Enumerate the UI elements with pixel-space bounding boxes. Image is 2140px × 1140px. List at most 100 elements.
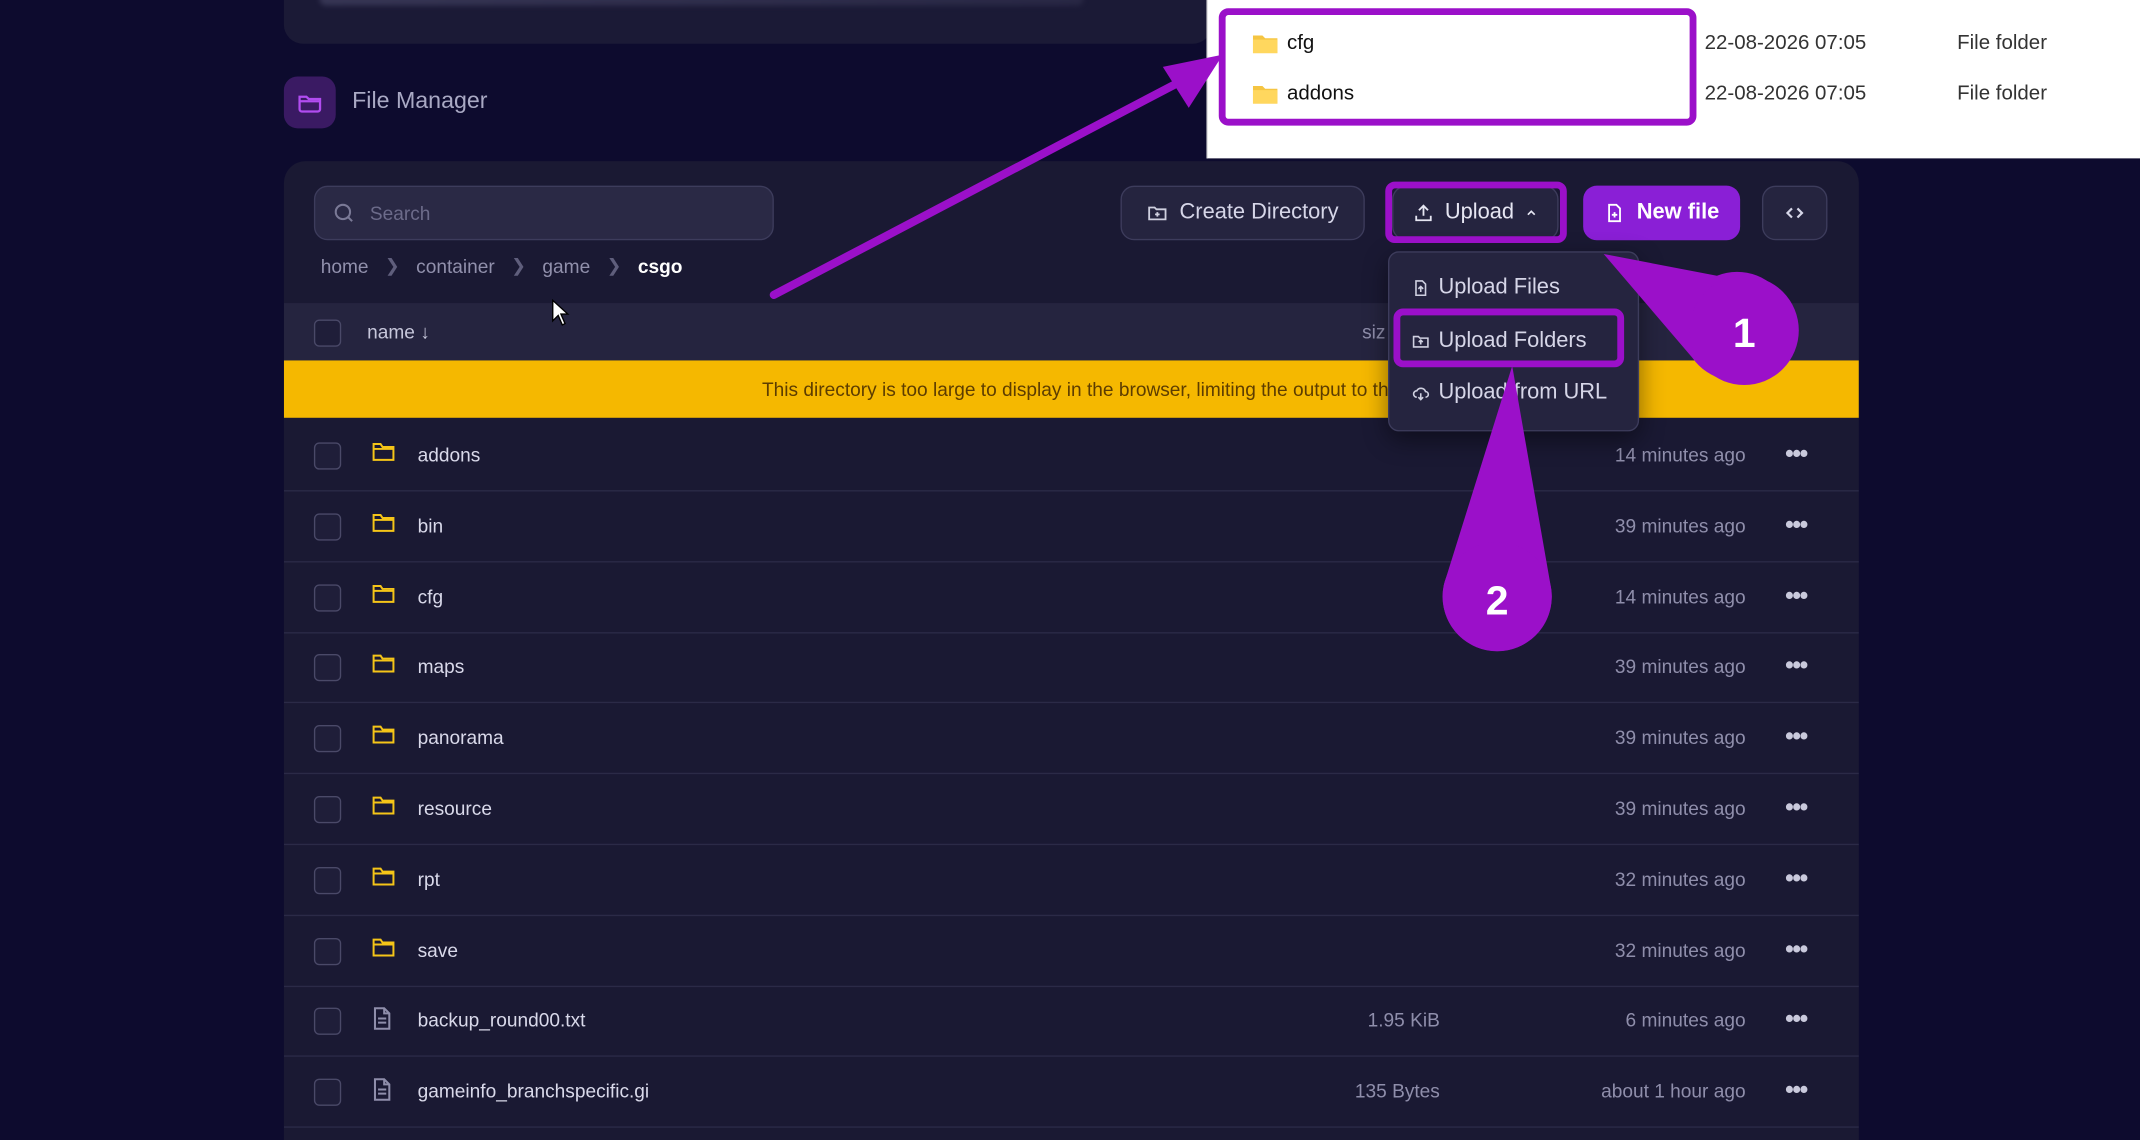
file-upload-icon	[1415, 280, 1427, 297]
code-view-button[interactable]	[1761, 185, 1828, 241]
search-box[interactable]	[313, 185, 774, 241]
row-checkbox[interactable]	[313, 795, 342, 824]
file-modified: 39 minutes ago	[1614, 514, 1746, 537]
more-options-icon[interactable]: •••	[1785, 1005, 1808, 1034]
table-row[interactable]: cfg 14 minutes ago •••	[283, 562, 1859, 633]
upload-from-url-label: Upload from URL	[1438, 380, 1608, 405]
folder-icon	[371, 865, 396, 894]
folder-icon	[371, 936, 396, 965]
folder-icon	[371, 724, 396, 753]
file-modified: 6 minutes ago	[1625, 1009, 1746, 1032]
table-row[interactable]: backup_round00.txt 1.95 KiB 6 minutes ago •…	[283, 986, 1859, 1058]
row-checkbox[interactable]	[313, 513, 342, 541]
more-options-icon[interactable]: •••	[1785, 793, 1808, 822]
server-stats-card	[283, 0, 1212, 44]
breadcrumb-current: csgo	[637, 255, 683, 278]
create-directory-button[interactable]: Create Directory	[1120, 185, 1365, 241]
file-modified: 39 minutes ago	[1614, 797, 1746, 820]
file-icon	[371, 1077, 393, 1108]
file-modified: 32 minutes ago	[1614, 938, 1746, 961]
file-plus-icon	[1608, 203, 1622, 223]
page-title: File Manager	[352, 87, 488, 114]
table-row[interactable]: save 32 minutes ago •••	[283, 916, 1859, 987]
create-directory-label: Create Directory	[1179, 200, 1339, 224]
explorer-item-type: File folder	[1957, 31, 2048, 55]
mouse-cursor-icon	[552, 299, 570, 326]
explorer-selection-highlight	[1218, 8, 1697, 126]
file-modified: 39 minutes ago	[1614, 655, 1746, 678]
folder-icon	[371, 512, 396, 541]
more-options-icon[interactable]: •••	[1785, 652, 1808, 681]
file-modified: about 1 hour ago	[1601, 1080, 1746, 1103]
more-options-icon[interactable]: •••	[1785, 581, 1808, 610]
file-name[interactable]: save	[418, 939, 458, 961]
select-all-checkbox[interactable]	[313, 319, 342, 347]
table-row[interactable]: rpt 32 minutes ago •••	[283, 845, 1859, 916]
explorer-item-date: 22-08-2026 07:05	[1704, 81, 1867, 106]
folder-icon	[371, 441, 396, 470]
more-options-icon[interactable]: •••	[1785, 935, 1808, 964]
chevron-right-icon: ❯	[511, 255, 527, 276]
file-modified: 39 minutes ago	[1614, 726, 1746, 749]
row-checkbox[interactable]	[313, 725, 342, 753]
breadcrumb-container[interactable]: container	[416, 255, 495, 277]
explorer-item-date: 22-08-2026 07:05	[1704, 31, 1867, 55]
search-input[interactable]	[369, 202, 753, 224]
new-file-button[interactable]: New file	[1583, 185, 1741, 241]
breadcrumb-game[interactable]: game	[542, 255, 590, 277]
file-name[interactable]: addons	[418, 444, 481, 466]
code-icon	[1785, 207, 1804, 219]
file-size: 1.95 KiB	[1367, 1009, 1440, 1032]
upload-button-highlight	[1385, 181, 1567, 244]
breadcrumb: home ❯ container ❯ game ❯ csgo	[321, 255, 683, 277]
row-checkbox[interactable]	[313, 937, 342, 965]
size-column-header[interactable]: siz	[1362, 321, 1385, 343]
more-options-icon[interactable]: •••	[1785, 864, 1808, 893]
row-checkbox[interactable]	[313, 442, 342, 470]
chevron-right-icon: ❯	[606, 255, 622, 276]
file-modified: 14 minutes ago	[1614, 585, 1746, 608]
breadcrumb-home[interactable]: home	[321, 255, 369, 277]
explorer-item-type: File folder	[1957, 81, 2048, 106]
table-row[interactable]: gameinfo_branchspecific.gi 135 Bytes about…	[283, 1057, 1859, 1128]
file-name[interactable]: cfg	[418, 585, 444, 607]
file-icon	[371, 1007, 393, 1038]
blurred-stats	[319, 0, 1084, 6]
more-options-icon[interactable]: •••	[1785, 510, 1808, 539]
search-icon	[334, 203, 353, 222]
more-options-icon[interactable]: •••	[1785, 1076, 1808, 1105]
row-checkbox[interactable]	[313, 583, 342, 612]
file-name[interactable]: panorama	[418, 727, 504, 749]
folder-open-icon	[283, 76, 336, 129]
upload-files-item[interactable]: Upload Files	[1411, 276, 1560, 301]
file-size: 135 Bytes	[1354, 1080, 1440, 1103]
new-file-label: New file	[1636, 200, 1720, 224]
row-checkbox[interactable]	[313, 1078, 342, 1107]
row-checkbox[interactable]	[313, 866, 342, 894]
more-options-icon[interactable]: •••	[1785, 722, 1808, 751]
folder-plus-icon	[1148, 206, 1167, 221]
upload-folders-highlight	[1393, 308, 1625, 368]
name-column-header[interactable]: name ↓	[367, 321, 430, 343]
file-name[interactable]: resource	[418, 797, 492, 819]
file-name[interactable]: maps	[418, 656, 465, 678]
table-row[interactable]: bin 39 minutes ago •••	[283, 491, 1859, 563]
folder-icon	[371, 795, 396, 824]
file-name[interactable]: bin	[418, 514, 444, 536]
row-checkbox[interactable]	[313, 1008, 342, 1036]
chevron-right-icon: ❯	[384, 255, 400, 276]
file-name[interactable]: backup_round00.txt	[418, 1009, 586, 1031]
cloud-download-icon	[1412, 387, 1430, 401]
table-row[interactable]: maps 39 minutes ago •••	[283, 633, 1859, 704]
more-options-icon[interactable]: •••	[1785, 440, 1808, 469]
file-name[interactable]: rpt	[418, 868, 440, 890]
file-modified: 14 minutes ago	[1614, 443, 1746, 466]
table-row[interactable]: resource 39 minutes ago •••	[283, 774, 1859, 846]
folder-icon	[371, 653, 396, 682]
row-checkbox[interactable]	[313, 654, 342, 682]
file-modified: 32 minutes ago	[1614, 868, 1746, 890]
file-name[interactable]: gameinfo_branchspecific.gi	[418, 1080, 650, 1102]
folder-icon	[371, 582, 396, 611]
upload-from-url-item[interactable]: Upload from URL	[1411, 381, 1607, 406]
table-row[interactable]: panorama 39 minutes ago •••	[283, 703, 1859, 775]
